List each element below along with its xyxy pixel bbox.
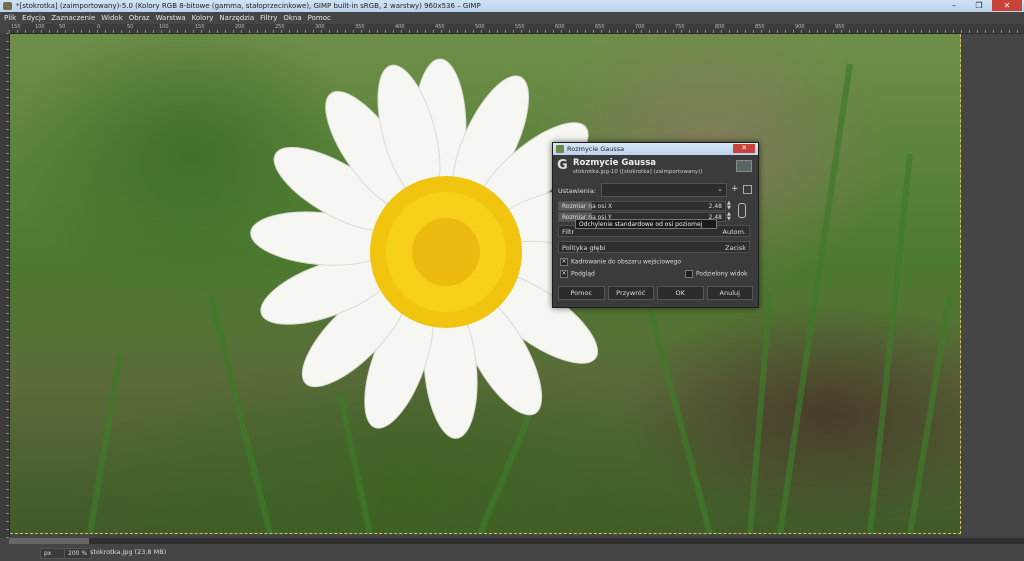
camera-icon[interactable] — [736, 160, 752, 172]
menu-layer[interactable]: Warstwa — [156, 12, 186, 24]
menu-edit[interactable]: Edycja — [22, 12, 45, 24]
cancel-button[interactable]: Anuluj — [706, 286, 753, 300]
menu-help[interactable]: Pomoc — [308, 12, 331, 24]
tooltip: Odchylenie standardowe od osi poziomej — [575, 219, 717, 229]
window-titlebar: *[stokrotka] (zaimportowany)-5.0 (Kolory… — [0, 0, 1024, 12]
clip-extent-checkbox[interactable]: ✕ Kadrowanie do obszaru wejściowego — [560, 258, 681, 267]
ruler-label: 550 — [515, 24, 525, 30]
close-button[interactable]: ✕ — [992, 0, 1022, 11]
ruler-label: 100 — [35, 24, 45, 30]
abyss-policy-combo[interactable]: Polityka głębi Zacisk — [558, 241, 750, 253]
abyss-policy-value: Zacisk — [725, 244, 746, 252]
help-button[interactable]: Pomoc — [558, 286, 605, 300]
ruler-label: 750 — [675, 24, 685, 30]
ok-button[interactable]: OK — [657, 286, 704, 300]
ruler-label: 600 — [555, 24, 565, 30]
checkbox-unchecked-icon — [685, 270, 693, 278]
dialog-window-title: Rozmycie Gaussa — [567, 145, 625, 153]
zoom-select[interactable]: 200 % — [64, 548, 92, 559]
menu-select[interactable]: Zaznaczenie — [51, 12, 95, 24]
size-x-value: 2,48 — [708, 203, 722, 210]
ruler-label: 150 — [11, 24, 21, 30]
menubar: Plik Edycja Zaznaczenie Widok Obraz Wars… — [0, 12, 1024, 24]
ruler-label: 300 — [315, 24, 325, 30]
presets-label: Ustawienia: — [558, 187, 596, 195]
dialog-title: Rozmycie Gaussa — [573, 158, 657, 168]
ruler-label: 250 — [275, 24, 285, 30]
ruler-label: 900 — [795, 24, 805, 30]
ruler-label: 0 — [97, 24, 101, 30]
ruler-label: 350 — [355, 24, 365, 30]
menu-windows[interactable]: Okna — [283, 12, 301, 24]
dialog-header: G Rozmycie Gaussa stokrotka.jpg-10 ([sto… — [553, 155, 758, 177]
presets-combo[interactable]: ⌄ — [601, 183, 727, 197]
gaussian-blur-dialog: Rozmycie Gaussa ✕ G Rozmycie Gaussa stok… — [552, 142, 759, 308]
ruler-label: 200 — [235, 24, 245, 30]
clip-extent-label: Kadrowanie do obszaru wejściowego — [571, 258, 682, 266]
ruler-label: 700 — [635, 24, 645, 30]
dialog-titlebar[interactable]: Rozmycie Gaussa ✕ — [553, 143, 758, 155]
ruler-label: 800 — [715, 24, 725, 30]
ruler-label: 650 — [595, 24, 605, 30]
ruler-label: 950 — [835, 24, 845, 30]
size-y-stepper[interactable]: ▲ ▼ — [727, 212, 734, 222]
daisy-image-svg — [87, 58, 953, 534]
abyss-policy-label: Polityka głębi — [562, 244, 606, 252]
ruler-label: 100 — [159, 24, 169, 30]
daisy-photo[interactable] — [10, 34, 961, 534]
dialog-app-icon — [556, 145, 564, 153]
menu-tools[interactable]: Narzędzia — [219, 12, 254, 24]
menu-colors[interactable]: Kolory — [192, 12, 214, 24]
checkbox-checked-icon: ✕ — [560, 258, 568, 266]
horizontal-ruler[interactable]: 150 100 50 0 50 100 150 200 250 300 350 … — [9, 24, 1024, 34]
ruler-label: 400 — [395, 24, 405, 30]
window-title: *[stokrotka] (zaimportowany)-5.0 (Kolory… — [16, 2, 481, 10]
ruler-label: 150 — [195, 24, 205, 30]
split-view-label: Podzielony widok — [696, 270, 748, 278]
gimp-app-icon — [3, 2, 12, 10]
menu-view[interactable]: Widok — [101, 12, 123, 24]
preset-menu-icon[interactable] — [743, 185, 752, 194]
chain-link-icon[interactable] — [738, 203, 746, 218]
checkbox-checked-icon: ✕ — [560, 270, 568, 278]
ruler-label: 50 — [127, 24, 134, 30]
ruler-label: 450 — [435, 24, 445, 30]
statusbar: px 200 % stokrotka.jpg (23,8 MB) — [0, 544, 1024, 561]
filter-label: Filtr — [562, 228, 575, 236]
dialog-close-button[interactable]: ✕ — [733, 144, 755, 153]
preview-checkbox[interactable]: ✕ Podgląd — [560, 270, 595, 279]
filter-value: Autom. — [722, 228, 747, 236]
ruler-label: 50 — [59, 24, 66, 30]
menu-file[interactable]: Plik — [4, 12, 16, 24]
menu-image[interactable]: Obraz — [129, 12, 150, 24]
size-x-label: Rozmiar na osi X — [562, 203, 613, 210]
reset-button[interactable]: Przywróć — [607, 286, 654, 300]
maximize-button[interactable]: ❐ — [967, 0, 991, 11]
dialog-subtitle: stokrotka.jpg-10 ([stokrotka] (zaimporto… — [573, 169, 703, 175]
vertical-ruler[interactable] — [0, 33, 10, 538]
chevron-down-icon: ⌄ — [717, 185, 723, 193]
size-x-stepper[interactable]: ▲ ▼ — [727, 201, 734, 211]
ruler-label: 500 — [475, 24, 485, 30]
unit-select[interactable]: px — [40, 548, 66, 559]
dialog-button-row: Pomoc Przywróć OK Anuluj — [558, 286, 753, 300]
add-preset-icon[interactable]: + — [731, 184, 739, 194]
file-info: stokrotka.jpg (23,8 MB) — [90, 548, 167, 556]
gegl-icon: G — [557, 158, 568, 173]
menu-filters[interactable]: Filtry — [260, 12, 277, 24]
ruler-label: 850 — [755, 24, 765, 30]
size-x-spinscale[interactable]: Rozmiar na osi X 2,48 — [558, 201, 726, 211]
canvas-area[interactable] — [10, 34, 1024, 538]
minimize-button[interactable]: – — [942, 0, 966, 11]
preview-label: Podgląd — [571, 270, 595, 278]
split-view-checkbox[interactable]: Podzielony widok — [685, 270, 748, 279]
